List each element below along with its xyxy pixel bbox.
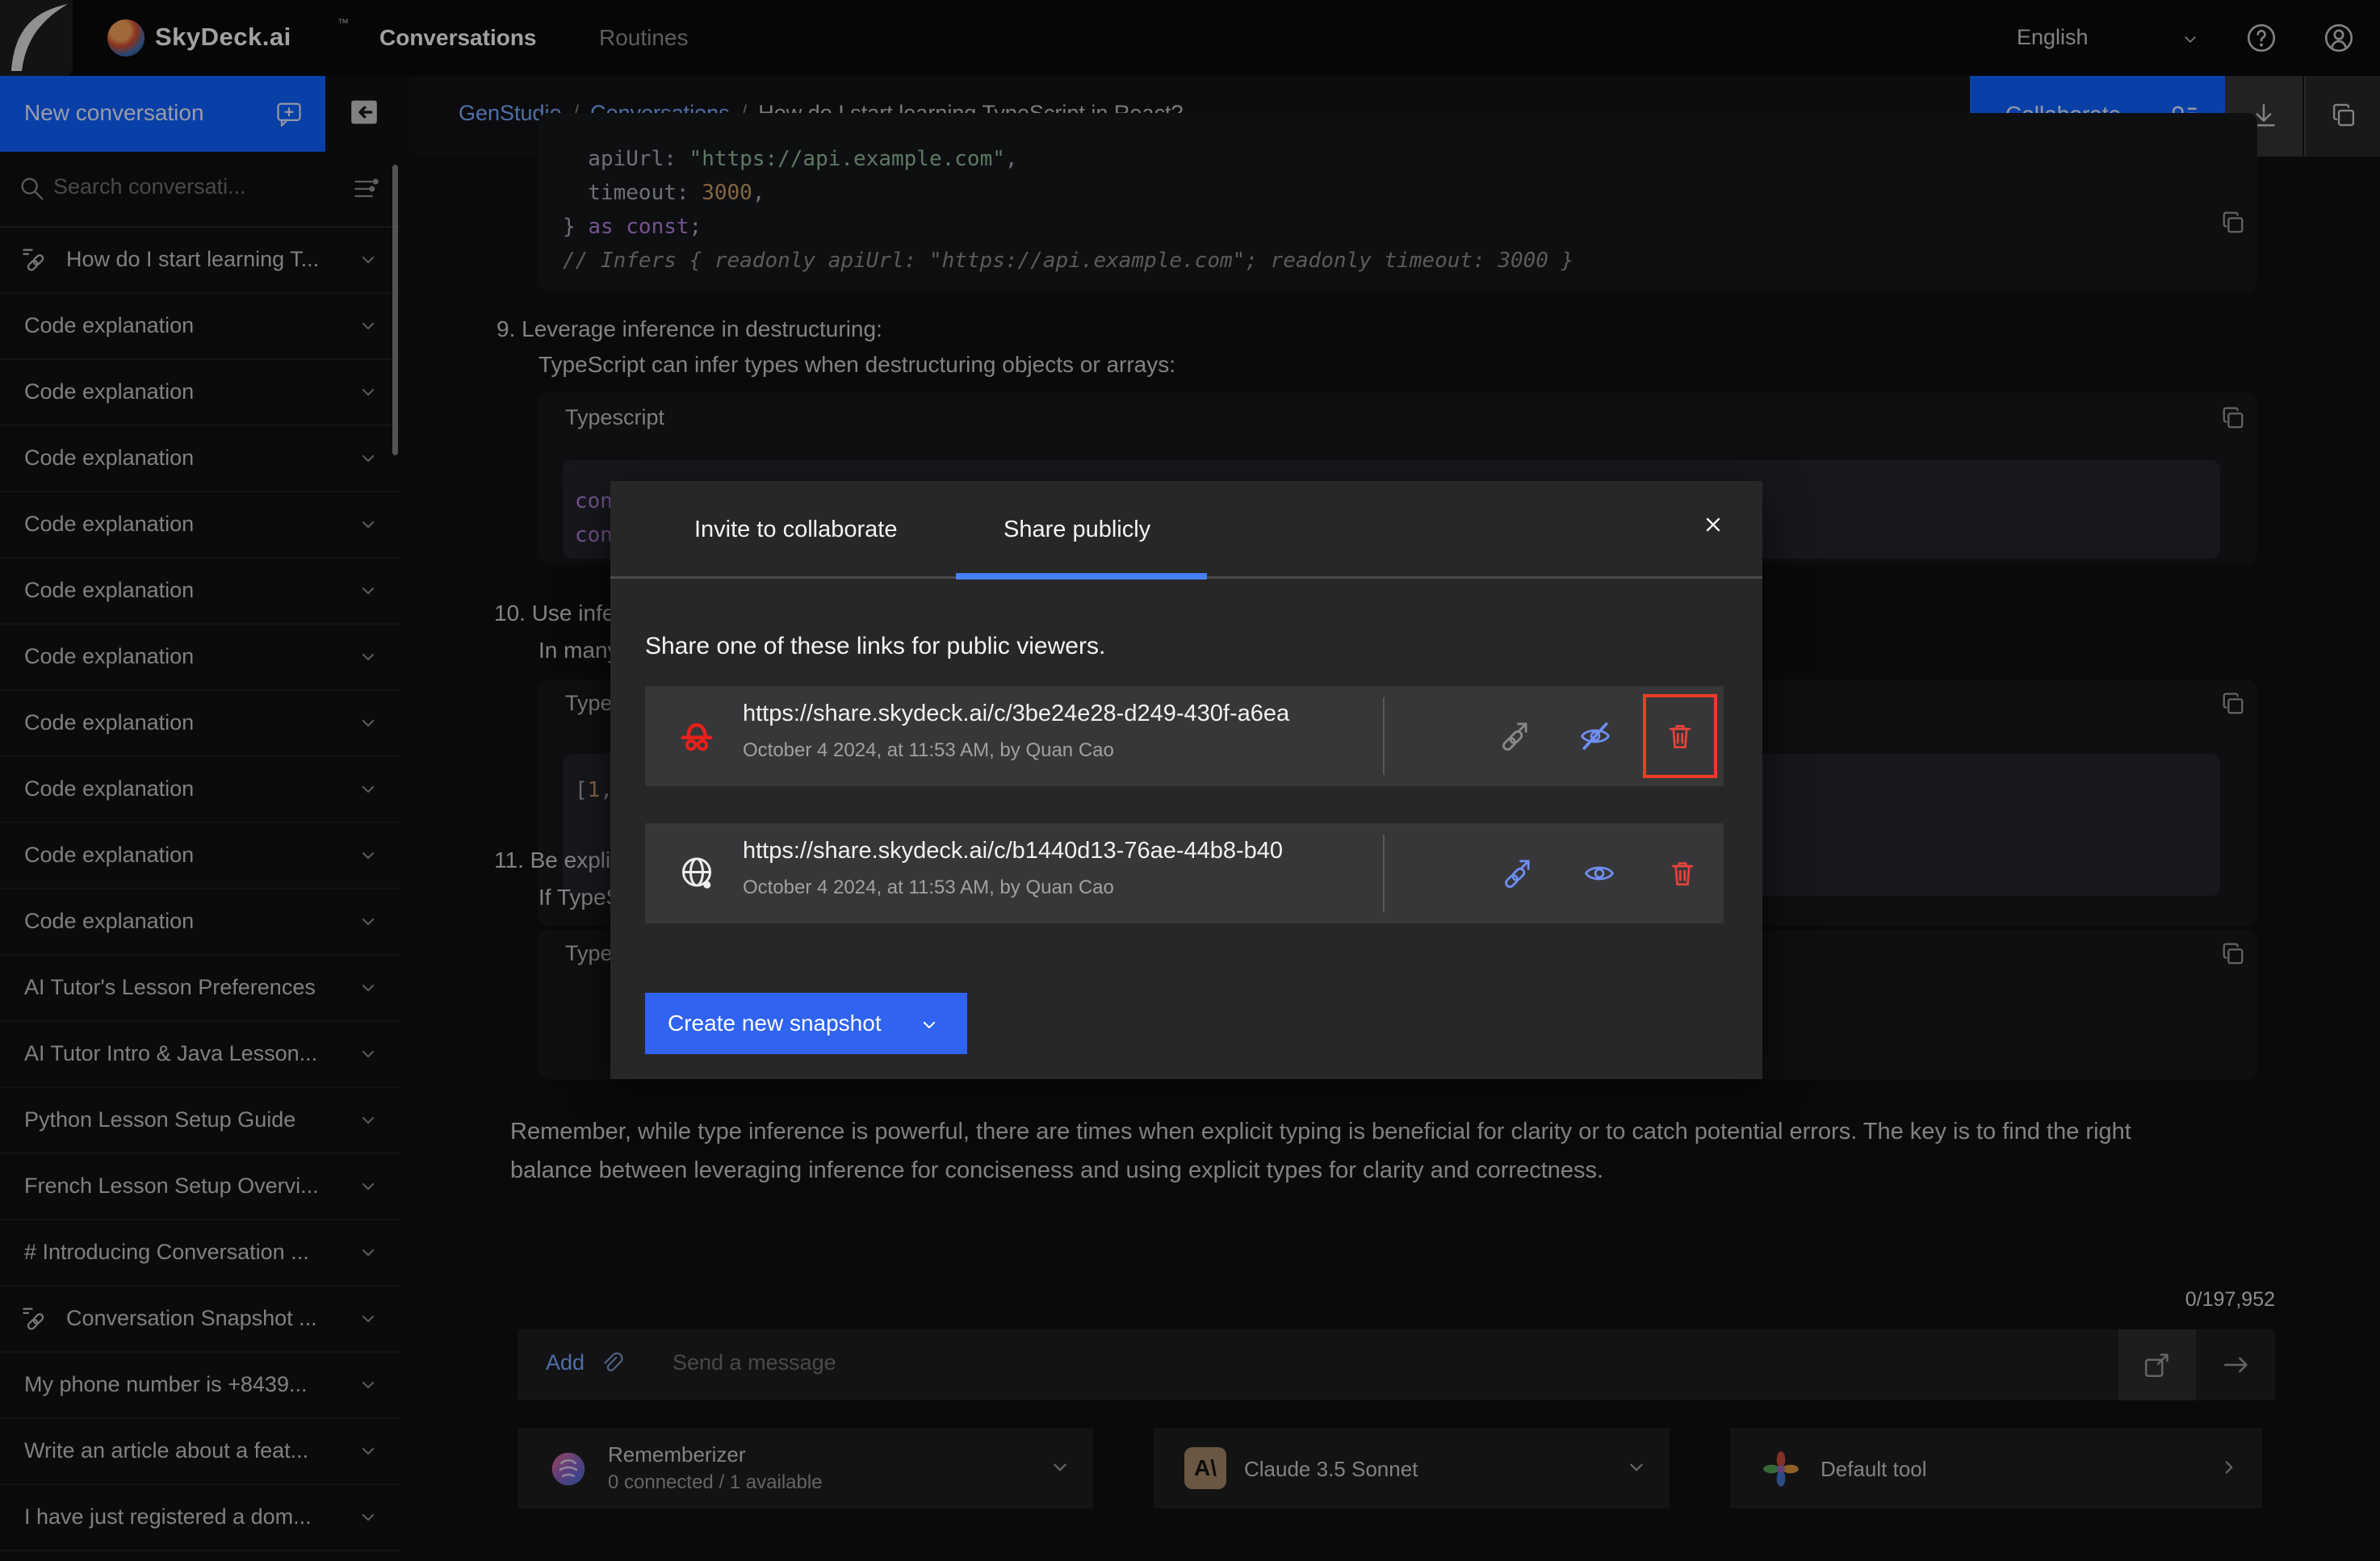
trash-icon[interactable]	[1649, 835, 1716, 912]
incognito-icon	[677, 717, 716, 755]
row-actions	[1392, 686, 1724, 786]
create-snapshot-label: Create new snapshot	[668, 1011, 882, 1036]
share-link-row: https://share.skydeck.ai/c/b1440d13-76ae…	[645, 823, 1724, 923]
share-link-row: https://share.skydeck.ai/c/3be24e28-d249…	[645, 686, 1724, 786]
share-url[interactable]: https://share.skydeck.ai/c/b1440d13-76ae…	[743, 838, 1372, 864]
close-icon[interactable]	[1700, 512, 1726, 538]
create-snapshot-button[interactable]: Create new snapshot	[645, 993, 967, 1054]
share-url[interactable]: https://share.skydeck.ai/c/3be24e28-d249…	[743, 701, 1372, 727]
app-root: SkyDeck.ai ™ ConversationsRoutines Engli…	[0, 0, 2380, 1561]
share-modal: Invite to collaborate Share publicly Shar…	[610, 481, 1762, 1079]
eye-icon[interactable]	[1565, 835, 1633, 912]
globe-icon	[677, 854, 716, 893]
row-divider	[1383, 835, 1385, 912]
share-meta: October 4 2024, at 11:53 AM, by Quan Cao	[743, 877, 1114, 899]
chevron-down-icon	[918, 1014, 941, 1036]
active-tab-underline	[956, 573, 1207, 580]
share-meta: October 4 2024, at 11:53 AM, by Quan Cao	[743, 739, 1114, 762]
row-actions	[1392, 823, 1724, 923]
trash-icon[interactable]	[1643, 694, 1717, 778]
open-external-icon[interactable]	[1398, 697, 1466, 775]
eye-off-icon[interactable]	[1561, 697, 1629, 775]
copy-link-icon[interactable]	[1480, 697, 1548, 775]
row-divider	[1383, 697, 1385, 775]
copy-link-icon[interactable]	[1482, 835, 1550, 912]
tab-invite-to-collaborate[interactable]: Invite to collaborate	[694, 517, 897, 543]
tab-share-publicly[interactable]: Share publicly	[1004, 517, 1150, 543]
open-external-icon[interactable]	[1399, 835, 1467, 912]
modal-heading: Share one of these links for public view…	[645, 633, 1105, 660]
